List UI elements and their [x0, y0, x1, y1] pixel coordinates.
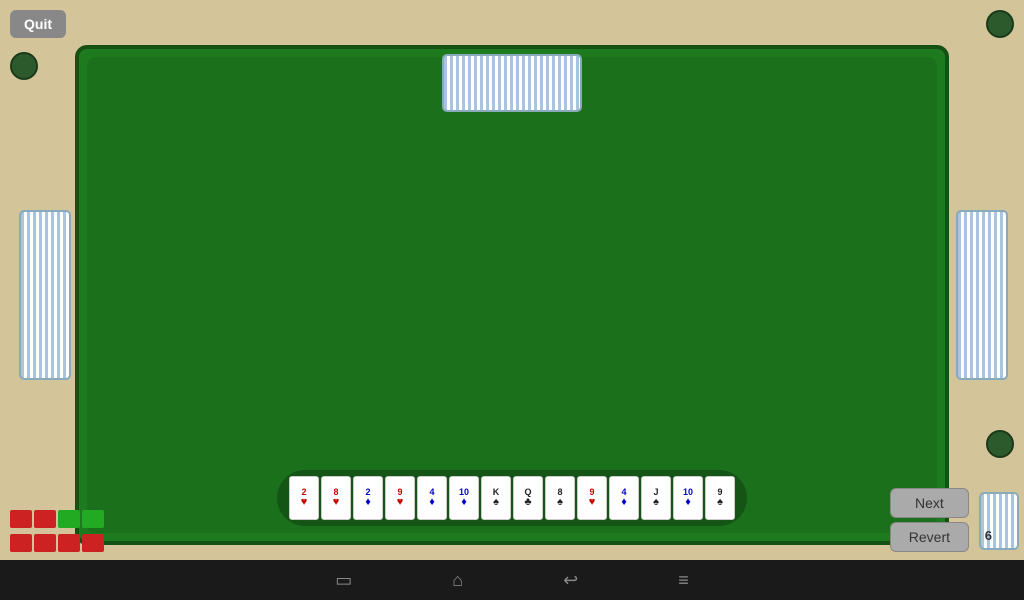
card-10[interactable]: 4♦ [609, 476, 639, 520]
recent-apps-icon[interactable]: ▭ [335, 570, 352, 591]
score-bar-row2 [10, 534, 104, 552]
quit-button[interactable]: Quit [10, 10, 66, 38]
card-12[interactable]: 10♦ [673, 476, 703, 520]
score-value: 6 [985, 528, 992, 543]
card-tray: 2♥8♥2♦9♥4♦10♦K♠Q♣8♠9♥4♦J♠10♦9♠ [277, 470, 747, 526]
card-0[interactable]: 2♥ [289, 476, 319, 520]
card-4[interactable]: 4♦ [417, 476, 447, 520]
card-13[interactable]: 9♠ [705, 476, 735, 520]
home-icon[interactable]: ⌂ [452, 570, 463, 591]
indicator-top-right [986, 10, 1014, 38]
bar-segment [58, 510, 80, 528]
card-2[interactable]: 2♦ [353, 476, 383, 520]
game-table: 2♥8♥2♦9♥4♦10♦K♠Q♣8♠9♥4♦J♠10♦9♠ [75, 45, 949, 545]
action-buttons: Next Revert [890, 488, 969, 552]
card-8[interactable]: 8♠ [545, 476, 575, 520]
bar-segment [58, 534, 80, 552]
right-deck[interactable] [956, 210, 1008, 380]
card-3[interactable]: 9♥ [385, 476, 415, 520]
bar-segment [82, 534, 104, 552]
card-7[interactable]: Q♣ [513, 476, 543, 520]
revert-button[interactable]: Revert [890, 522, 969, 552]
left-deck[interactable] [19, 210, 71, 380]
menu-icon[interactable]: ≡ [678, 570, 689, 591]
bar-segment [82, 510, 104, 528]
bar-segment [34, 510, 56, 528]
top-deck[interactable] [442, 54, 582, 112]
top-deck-visual [442, 54, 582, 112]
android-nav-bar: ▭ ⌂ ↩ ≡ [0, 560, 1024, 600]
bar-segment [34, 534, 56, 552]
card-9[interactable]: 9♥ [577, 476, 607, 520]
card-11[interactable]: J♠ [641, 476, 671, 520]
back-icon[interactable]: ↩ [563, 570, 578, 591]
indicator-right [986, 430, 1014, 458]
card-6[interactable]: K♠ [481, 476, 511, 520]
score-bars [10, 510, 104, 552]
score-bar-row1 [10, 510, 104, 528]
indicator-top-left [10, 52, 38, 80]
bar-segment [10, 510, 32, 528]
card-5[interactable]: 10♦ [449, 476, 479, 520]
bar-segment [10, 534, 32, 552]
card-1[interactable]: 8♥ [321, 476, 351, 520]
felt-inner [87, 57, 937, 533]
next-button[interactable]: Next [890, 488, 969, 518]
